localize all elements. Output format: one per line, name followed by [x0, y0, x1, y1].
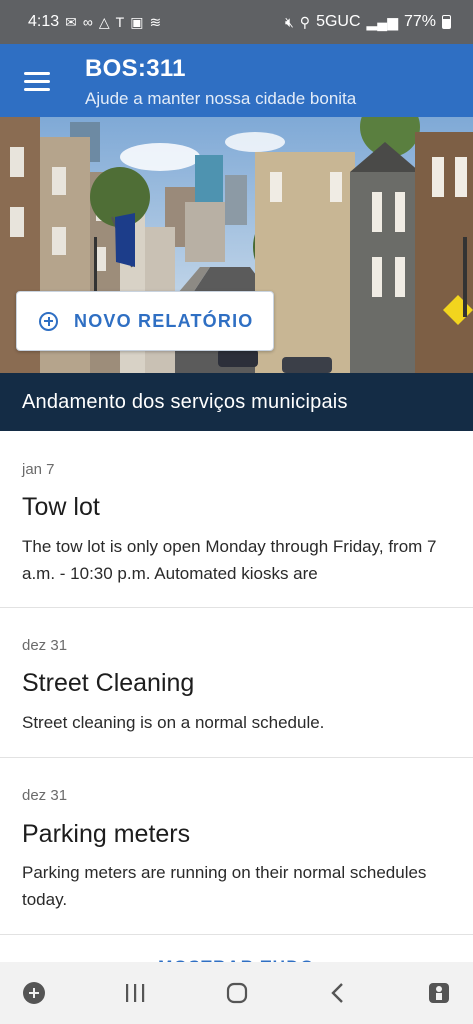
recent-apps-icon[interactable]: [115, 973, 155, 1013]
drive-icon: △: [98, 14, 110, 30]
home-icon[interactable]: [217, 973, 257, 1013]
accessibility-icon[interactable]: [419, 973, 459, 1013]
menu-icon[interactable]: [18, 63, 56, 99]
hero-image: NOVO RELATÓRIO: [0, 117, 473, 373]
new-report-label: NOVO RELATÓRIO: [74, 310, 254, 331]
new-report-button[interactable]: NOVO RELATÓRIO: [16, 291, 274, 351]
signal-icon: ▂▄▆: [366, 14, 398, 30]
wifi-calling-icon: ≋: [149, 14, 162, 30]
item-title: Tow lot: [22, 493, 100, 521]
game-launcher-icon[interactable]: [14, 973, 54, 1013]
mute-icon: 🔇︎: [284, 14, 294, 30]
section-header: Andamento dos serviços municipais: [0, 373, 473, 431]
item-title: Parking meters: [22, 820, 191, 848]
list-item[interactable]: jan 7 Tow lot The tow lot is only open M…: [0, 431, 473, 608]
network-label: 5GUC: [316, 13, 361, 30]
app-title: BOS:311: [85, 55, 186, 82]
battery-label: 77%: [403, 13, 436, 30]
item-body: Parking meters are running on their norm…: [22, 863, 427, 909]
tmobile-icon: T: [115, 14, 125, 30]
app-subtitle: Ajude a manter nossa cidade bonita: [85, 89, 357, 108]
status-left: 4:13 ✉ ∞ △ T ▣ ≋: [28, 13, 161, 31]
item-date: dez 31: [22, 637, 68, 654]
gmail-icon: ✉: [65, 14, 77, 30]
status-right: 🔇︎ ⚲ 5GUC ▂▄▆ 77%: [285, 13, 451, 31]
item-title: Street Cleaning: [22, 669, 195, 697]
list-item[interactable]: dez 31 Street Cleaning Street cleaning i…: [0, 608, 473, 758]
status-bar: 4:13 ✉ ∞ △ T ▣ ≋ 🔇︎ ⚲ 5GUC ▂▄▆ 77%: [0, 0, 473, 44]
image-icon: ▣: [130, 14, 144, 30]
app-bar: BOS:311 Ajude a manter nossa cidade boni…: [0, 44, 473, 117]
clock: 4:13: [28, 13, 60, 30]
plus-circle-icon: [39, 311, 58, 331]
item-body: The tow lot is only open Monday through …: [22, 537, 437, 583]
location-icon: ⚲: [299, 14, 311, 30]
item-body: Street cleaning is on a normal schedule.: [22, 713, 325, 732]
item-date: dez 31: [22, 787, 68, 804]
item-date: jan 7: [22, 461, 55, 478]
service-updates-list: jan 7 Tow lot The tow lot is only open M…: [0, 431, 473, 935]
voicemail-icon: ∞: [82, 14, 93, 30]
back-icon[interactable]: [318, 973, 358, 1013]
system-nav-bar: [0, 962, 473, 1024]
list-item[interactable]: dez 31 Parking meters Parking meters are…: [0, 758, 473, 935]
battery-icon: [442, 15, 451, 29]
